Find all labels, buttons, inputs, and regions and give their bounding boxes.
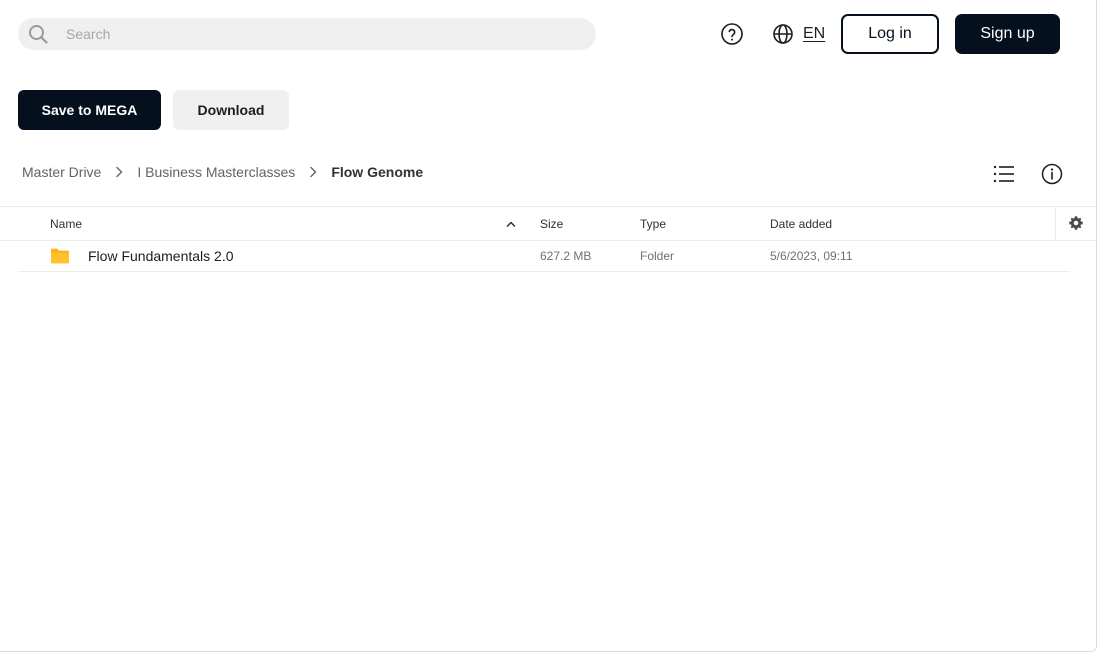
column-header-size[interactable]: Size — [540, 217, 563, 231]
download-button[interactable]: Download — [173, 90, 289, 130]
file-date-added: 5/6/2023, 09:11 — [770, 249, 853, 263]
file-type: Folder — [640, 249, 675, 263]
folder-icon — [51, 248, 69, 264]
breadcrumb-item-master-drive[interactable]: Master Drive — [22, 164, 101, 180]
help-circle-icon[interactable] — [720, 22, 744, 46]
info-icon[interactable] — [1041, 163, 1063, 185]
search-input[interactable] — [66, 18, 586, 50]
column-header-name[interactable]: Name — [50, 217, 82, 231]
list-view-icon[interactable] — [993, 164, 1015, 184]
file-size: 627.2 MB — [540, 249, 592, 263]
save-to-mega-button[interactable]: Save to MEGA — [18, 90, 161, 130]
search-icon — [29, 25, 48, 44]
breadcrumb-item-business-masterclasses[interactable]: I Business Masterclasses — [137, 164, 295, 180]
file-name[interactable]: Flow Fundamentals 2.0 — [88, 248, 234, 264]
search-bar[interactable] — [18, 18, 596, 50]
chevron-right-icon — [116, 166, 123, 178]
breadcrumb-item-current: Flow Genome — [331, 164, 424, 180]
login-button[interactable]: Log in — [841, 14, 939, 54]
table-header: Name Size Type Date added — [0, 206, 1096, 241]
globe-icon — [773, 24, 793, 44]
signup-button[interactable]: Sign up — [955, 14, 1060, 54]
language-selector[interactable]: EN — [772, 22, 825, 46]
app-window: EN Log in Sign up Save to MEGA Download … — [0, 0, 1097, 652]
chevron-right-icon — [310, 166, 317, 178]
gear-icon — [1069, 216, 1083, 230]
table-row[interactable]: Flow Fundamentals 2.0 627.2 MB Folder 5/… — [18, 241, 1070, 272]
chevron-up-icon[interactable] — [505, 219, 517, 229]
column-settings-button[interactable] — [1055, 207, 1096, 241]
language-code[interactable]: EN — [803, 25, 825, 43]
column-header-date-added[interactable]: Date added — [770, 217, 832, 231]
column-header-type[interactable]: Type — [640, 217, 666, 231]
breadcrumb: Master Drive I Business Masterclasses Fl… — [22, 162, 423, 182]
